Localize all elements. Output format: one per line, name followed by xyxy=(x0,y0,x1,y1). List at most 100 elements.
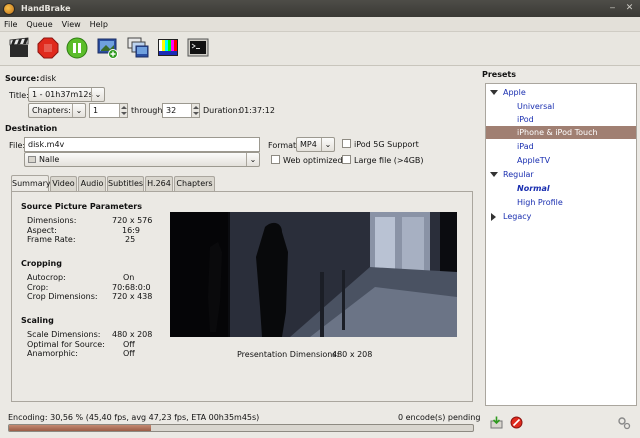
preview-image xyxy=(170,212,457,337)
expander-right-icon[interactable] xyxy=(491,213,496,221)
folder-icon xyxy=(28,156,36,163)
ipod-5g-checkbox[interactable] xyxy=(342,139,351,148)
source-params-heading: Source Picture Parameters xyxy=(21,202,142,211)
scale-dimensions-label: Scale Dimensions: xyxy=(27,330,101,339)
preset-item-appletv[interactable]: AppleTV xyxy=(486,154,636,167)
preset-label: AppleTV xyxy=(517,156,551,165)
encoding-progress-fill xyxy=(9,425,151,431)
preset-label-default: Normal xyxy=(517,184,550,193)
preset-item-universal[interactable]: Universal xyxy=(486,100,636,113)
activity-log-terminal-icon[interactable] xyxy=(187,37,209,59)
preset-category-regular[interactable]: Regular xyxy=(486,168,636,181)
add-to-queue-icon[interactable] xyxy=(97,37,119,59)
menu-queue[interactable]: Queue xyxy=(26,20,52,29)
preset-category-legacy[interactable]: Legacy xyxy=(486,210,636,223)
chapter-end-spin[interactable]: 32 xyxy=(162,103,200,118)
tab-chapters[interactable]: Chapters xyxy=(174,176,215,191)
remove-preset-icon[interactable] xyxy=(510,416,523,429)
preview-test-pattern-icon[interactable] xyxy=(157,37,179,59)
optimal-source-label: Optimal for Source: xyxy=(27,340,105,349)
expander-down-icon[interactable] xyxy=(490,90,498,95)
framerate-value: 25 xyxy=(125,235,136,244)
chapter-start-value: 1 xyxy=(93,106,99,115)
chapters-mode-value: Chapters: xyxy=(32,106,71,115)
menu-help[interactable]: Help xyxy=(90,20,108,29)
minimize-icon[interactable]: ‒ xyxy=(607,3,618,14)
preset-options-gear-icon[interactable] xyxy=(617,416,631,430)
crop-label: Crop: xyxy=(27,283,49,292)
chapter-end-value: 32 xyxy=(166,106,177,115)
add-preset-icon[interactable] xyxy=(490,416,503,429)
source-value: disk xyxy=(40,74,57,83)
anamorphic-label: Anamorphic: xyxy=(27,349,78,358)
chevron-down-icon: ⌄ xyxy=(246,153,259,166)
destination-label: Destination xyxy=(5,124,58,133)
aspect-label: Aspect: xyxy=(27,226,57,235)
preset-item-normal[interactable]: Normal xyxy=(486,182,636,195)
duration-label: Duration: xyxy=(203,106,241,115)
source-clapperboard-icon[interactable] xyxy=(8,37,30,59)
file-name-input[interactable]: disk.m4v xyxy=(24,137,260,152)
preset-label: iPod xyxy=(517,115,534,124)
tab-audio[interactable]: Audio xyxy=(78,176,106,191)
ipod-5g-label: iPod 5G Support xyxy=(354,140,419,149)
web-optimized-label: Web optimized xyxy=(283,156,343,165)
format-label: Format: xyxy=(268,141,299,150)
title-combo[interactable]: 1 - 01h37m12s ⌄ xyxy=(28,87,105,102)
tab-video[interactable]: Video xyxy=(50,176,77,191)
preset-item-ipad[interactable]: iPad xyxy=(486,140,636,153)
title-label: Title: xyxy=(9,91,29,100)
menu-view[interactable]: View xyxy=(62,20,81,29)
destination-folder-combo[interactable]: Nalle ⌄ xyxy=(24,152,260,167)
duration-value: 01:37:12 xyxy=(239,106,275,115)
spin-arrows-icon[interactable] xyxy=(191,104,199,117)
dimensions-value: 720 x 576 xyxy=(112,216,153,225)
menu-file[interactable]: File xyxy=(4,20,17,29)
anamorphic-value: Off xyxy=(123,349,135,358)
preset-item-ipod[interactable]: iPod xyxy=(486,113,636,126)
scaling-heading: Scaling xyxy=(21,316,54,325)
chevron-down-icon: ⌄ xyxy=(321,138,334,151)
web-optimized-checkbox[interactable] xyxy=(271,155,280,164)
presentation-dimensions-label: Presentation Dimensions: xyxy=(237,350,340,359)
tab-summary[interactable]: Summary xyxy=(11,175,51,191)
preset-category-label: Apple xyxy=(503,88,526,97)
preset-label: iPad xyxy=(517,142,534,151)
show-queue-icon[interactable] xyxy=(127,37,149,59)
stop-icon[interactable] xyxy=(37,37,59,59)
chapter-start-spin[interactable]: 1 xyxy=(89,103,128,118)
pause-icon[interactable] xyxy=(66,37,88,59)
preset-label: High Profile xyxy=(517,198,563,207)
expander-down-icon[interactable] xyxy=(490,172,498,177)
preset-label: Universal xyxy=(517,102,555,111)
handbrake-logo-icon xyxy=(3,2,15,15)
format-combo-value: MP4 xyxy=(300,140,317,149)
preset-label: iPhone & iPod Touch xyxy=(517,128,598,137)
scale-dimensions-value: 480 x 208 xyxy=(112,330,153,339)
large-file-checkbox[interactable] xyxy=(342,155,351,164)
preset-item-iphone[interactable]: iPhone & iPod Touch xyxy=(486,126,636,139)
cropping-heading: Cropping xyxy=(21,259,62,268)
preset-category-apple[interactable]: Apple xyxy=(486,86,636,99)
autocrop-label: Autocrop: xyxy=(27,273,66,282)
destination-folder-value: Nalle xyxy=(39,155,60,164)
tab-subtitles[interactable]: Subtitles xyxy=(107,176,144,191)
encoding-status: Encoding: 30,56 % (45,40 fps, avg 47,23 … xyxy=(8,413,260,422)
toolbar xyxy=(0,32,640,66)
pending-count: 0 encode(s) pending xyxy=(398,413,481,422)
spin-arrows-icon[interactable] xyxy=(119,104,127,117)
preset-item-high-profile[interactable]: High Profile xyxy=(486,196,636,209)
chapters-mode-combo[interactable]: Chapters: ⌄ xyxy=(28,103,86,118)
handbrake-window: HandBrake ‒ ✕ File Queue View Help Sourc… xyxy=(0,0,640,438)
format-combo[interactable]: MP4 ⌄ xyxy=(296,137,335,152)
tab-h264[interactable]: H.264 xyxy=(145,176,173,191)
presets-tree: Apple Universal iPod iPhone & iPod Touch… xyxy=(485,83,637,406)
aspect-value: 16:9 xyxy=(122,226,140,235)
summary-panel: Source Picture Parameters Dimensions: 72… xyxy=(11,191,473,402)
crop-dimensions-value: 720 x 438 xyxy=(112,292,153,301)
close-icon[interactable]: ✕ xyxy=(624,3,635,14)
title-combo-value: 1 - 01h37m12s xyxy=(32,90,93,99)
autocrop-value: On xyxy=(123,273,135,282)
large-file-label: Large file (>4GB) xyxy=(354,156,424,165)
title-bar: HandBrake ‒ ✕ xyxy=(0,0,640,17)
